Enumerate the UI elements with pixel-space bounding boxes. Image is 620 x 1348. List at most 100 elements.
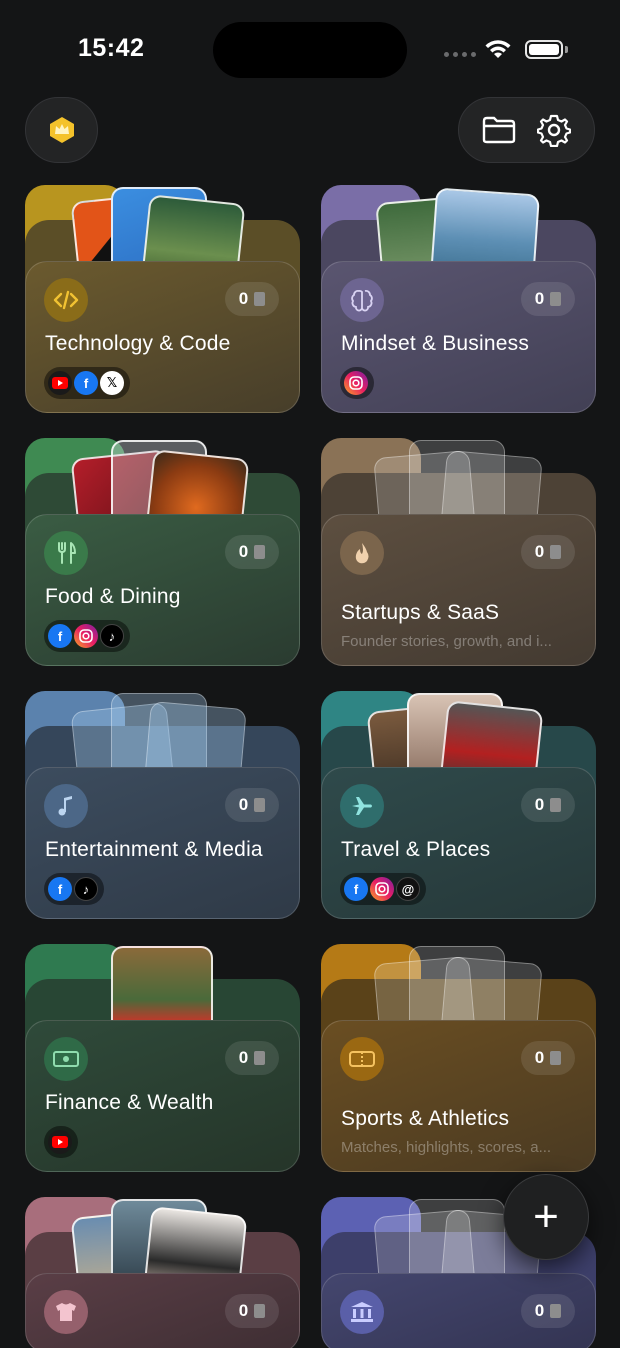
item-count: 0: [238, 1301, 249, 1320]
instagram-icon: [344, 371, 368, 395]
item-count: 0: [238, 1048, 249, 1067]
category-title: Sports & Athletics: [341, 1107, 510, 1130]
category-title: Food & Dining: [45, 585, 181, 608]
document-icon: [254, 1051, 266, 1065]
document-icon: [550, 1051, 562, 1065]
document-icon: [550, 1304, 562, 1318]
category-card-travel[interactable]: 0 Travel & Places f @: [321, 691, 596, 931]
status-time: 15:42: [78, 34, 145, 62]
threads-icon: @: [396, 877, 420, 901]
social-sources: f 𝕏: [44, 367, 130, 399]
card-body: 0 Mindset & Business: [321, 261, 596, 413]
tiktok-icon: ♪: [74, 877, 98, 901]
category-card-sports[interactable]: 0 Sports & Athletics Matches, highlights…: [321, 944, 596, 1184]
facebook-icon: f: [344, 877, 368, 901]
item-count-badge: 0: [521, 1041, 575, 1075]
signal-icon: [444, 52, 476, 57]
card-body: 0 Finance & Wealth: [25, 1020, 300, 1172]
premium-button[interactable]: [25, 97, 98, 163]
document-icon: [254, 798, 266, 812]
category-description: Founder stories, growth, and i...: [341, 633, 552, 650]
wifi-icon: [485, 40, 511, 58]
social-sources: [44, 1126, 78, 1158]
battery-tip: [565, 46, 568, 53]
card-body: 0 Sports & Athletics Matches, highlights…: [321, 1020, 596, 1172]
category-card-technology[interactable]: 0 Technology & Code f 𝕏: [25, 185, 300, 425]
category-title: Mindset & Business: [341, 332, 530, 355]
item-count-badge: 0: [521, 788, 575, 822]
battery-icon: [525, 40, 563, 59]
youtube-icon: [48, 1130, 72, 1154]
item-count: 0: [534, 542, 545, 561]
music-note-icon: [44, 784, 88, 828]
banknote-icon: [44, 1037, 88, 1081]
item-count: 0: [534, 1301, 545, 1320]
document-icon: [254, 292, 266, 306]
document-icon: [550, 798, 562, 812]
x-icon: 𝕏: [100, 371, 124, 395]
facebook-icon: f: [48, 877, 72, 901]
item-count-badge: 0: [521, 282, 575, 316]
gear-icon[interactable]: [537, 113, 572, 147]
document-icon: [254, 545, 266, 559]
social-sources: f ♪: [44, 620, 130, 652]
category-title: Startups & SaaS: [341, 601, 500, 624]
ticket-icon: [340, 1037, 384, 1081]
header-actions: [458, 97, 595, 163]
bank-icon: [340, 1290, 384, 1334]
code-icon: [44, 278, 88, 322]
item-count-badge: 0: [521, 535, 575, 569]
category-card-food[interactable]: 0 Food & Dining f ♪: [25, 438, 300, 678]
facebook-icon: f: [74, 371, 98, 395]
folder-icon[interactable]: [482, 116, 516, 144]
document-icon: [550, 292, 562, 306]
category-card-mindset[interactable]: 0 Mindset & Business: [321, 185, 596, 425]
category-card-finance[interactable]: 0 Finance & Wealth: [25, 944, 300, 1184]
item-count-badge: 0: [225, 535, 279, 569]
card-body: 0 Startups & SaaS Founder stories, growt…: [321, 514, 596, 666]
item-count-badge: 0: [225, 282, 279, 316]
document-icon: [254, 1304, 266, 1318]
add-category-button[interactable]: +: [503, 1174, 589, 1260]
item-count: 0: [534, 795, 545, 814]
social-sources: [340, 367, 374, 399]
youtube-icon: [48, 371, 72, 395]
crown-icon: [49, 117, 74, 143]
category-title: Entertainment & Media: [45, 838, 263, 861]
instagram-icon: [370, 877, 394, 901]
item-count: 0: [534, 289, 545, 308]
card-body: 0: [25, 1273, 300, 1348]
card-body: 0 Travel & Places f @: [321, 767, 596, 919]
tiktok-icon: ♪: [100, 624, 124, 648]
category-title: Technology & Code: [45, 332, 231, 355]
item-count-badge: 0: [225, 1294, 279, 1328]
dynamic-island: [213, 22, 407, 78]
item-count-badge: 0: [225, 788, 279, 822]
card-body: 0 Entertainment & Media f ♪: [25, 767, 300, 919]
category-description: Matches, highlights, scores, a...: [341, 1139, 552, 1156]
category-card-fashion[interactable]: 0: [25, 1197, 300, 1348]
document-icon: [550, 545, 562, 559]
airplane-icon: [340, 784, 384, 828]
card-body: 0 Technology & Code f 𝕏: [25, 261, 300, 413]
category-title: Finance & Wealth: [45, 1091, 214, 1114]
card-body: 0 Food & Dining f ♪: [25, 514, 300, 666]
item-count: 0: [238, 795, 249, 814]
card-body: 0: [321, 1273, 596, 1348]
instagram-icon: [74, 624, 98, 648]
tshirt-icon: [44, 1290, 88, 1334]
item-count: 0: [534, 1048, 545, 1067]
social-sources: f ♪: [44, 873, 104, 905]
item-count: 0: [238, 542, 249, 561]
facebook-icon: f: [48, 624, 72, 648]
plus-icon: +: [533, 1192, 559, 1241]
item-count-badge: 0: [225, 1041, 279, 1075]
brain-icon: [340, 278, 384, 322]
item-count: 0: [238, 289, 249, 308]
category-card-entertainment[interactable]: 0 Entertainment & Media f ♪: [25, 691, 300, 931]
fork-knife-icon: [44, 531, 88, 575]
social-sources: f @: [340, 873, 426, 905]
flame-icon: [340, 531, 384, 575]
category-card-startups[interactable]: 0 Startups & SaaS Founder stories, growt…: [321, 438, 596, 678]
category-title: Travel & Places: [341, 838, 491, 861]
